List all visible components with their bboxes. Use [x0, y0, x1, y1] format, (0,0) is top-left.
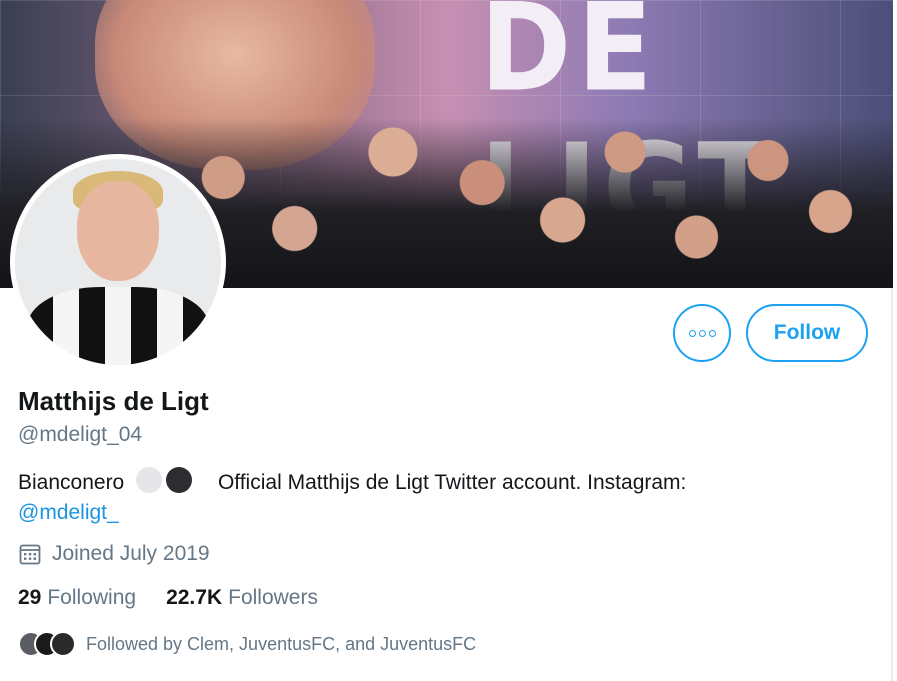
white-circle-icon [136, 467, 163, 493]
followers-count: 22.7K [166, 586, 223, 609]
following-link[interactable]: 29 Following [18, 586, 136, 610]
bio-text: Official Matthijs de Ligt Twitter accoun… [217, 471, 687, 494]
avatar-head [77, 181, 159, 281]
black-circle-icon [166, 467, 193, 493]
more-options-button[interactable] [673, 304, 731, 362]
follower-avatar [50, 631, 76, 657]
bio-prefix: Bianconero [18, 471, 125, 494]
followers-link[interactable]: 22.7K Followers [166, 586, 318, 610]
join-date-text: Joined July 2019 [52, 542, 210, 565]
bio-emoji-circles [136, 467, 193, 493]
more-options-icon [688, 329, 716, 337]
calendar-icon [18, 542, 42, 566]
followed-by-avatars [18, 631, 76, 657]
following-label: Following [47, 586, 137, 609]
profile-name: Matthijs de Ligt [18, 386, 209, 416]
join-date: Joined July 2019 [18, 542, 210, 566]
followed-by[interactable]: Followed by Clem, JuventusFC, and Juvent… [18, 631, 476, 657]
avatar-photo [15, 159, 221, 365]
followers-label: Followers [228, 586, 318, 609]
profile-stats: 29 Following 22.7K Followers [18, 586, 318, 610]
followed-by-text: Followed by Clem, JuventusFC, and Juvent… [86, 633, 477, 654]
avatar-shirt [27, 287, 209, 365]
profile-bio: Bianconero Official Matthijs de Ligt Twi… [18, 467, 818, 528]
profile-avatar[interactable] [10, 154, 226, 370]
column-divider [891, 288, 893, 681]
bio-instagram-link[interactable]: @mdeligt_ [18, 501, 119, 524]
follow-button[interactable]: Follow [746, 304, 868, 362]
following-count: 29 [18, 586, 42, 609]
profile-handle: @mdeligt_04 [18, 423, 143, 446]
